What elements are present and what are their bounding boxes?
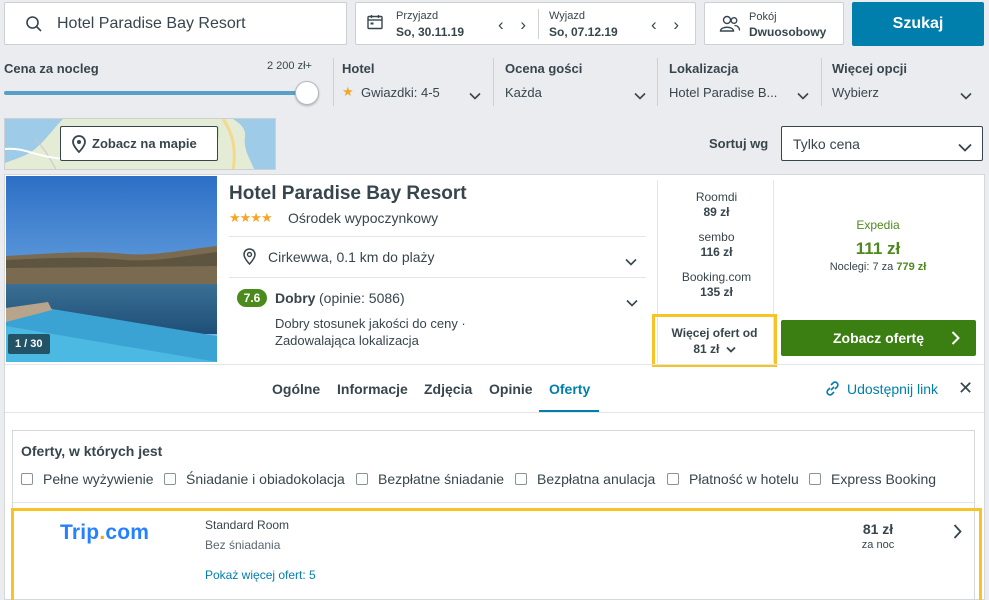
tab-photos[interactable]: Zdjęcia [424,381,472,397]
tab-offers[interactable]: Oferty [549,381,590,397]
map-pin-icon [72,134,86,153]
link-icon [825,381,840,401]
best-offer-nights: Noclegi: 7 za 779 zł [829,261,927,273]
checkout-value: So, 07.12.19 [549,25,618,39]
chevron-down-icon [625,253,637,271]
hotel-location: Cirkewwa, 0.1 km do plaży [268,249,435,265]
rating-word: Dobry [275,290,316,306]
more-offers-button[interactable]: Więcej ofert od 81 zł [652,314,777,367]
room-label: Pokój [749,11,777,23]
offer-board-type: Bez śniadania [205,538,281,552]
checkout-prev-next-icon[interactable]: ‹ › [651,15,685,35]
chevron-down-icon [634,87,646,105]
chevron-down-icon [960,87,972,105]
checkbox-half-board[interactable]: Śniadanie i obiadokolacja [164,471,345,487]
checkin-label: Przyjazd [396,10,439,22]
sort-value: Tylko cena [793,135,860,152]
date-picker[interactable]: Przyjazd So, 30.11.19 ‹ › Wyjazd So, 07.… [355,2,696,45]
best-offer-provider: Expedia [856,218,900,232]
rating-filter-label: Ocena gości [505,61,583,76]
trip-com-logo: Trip.com [60,521,150,544]
room-selector[interactable]: Pokój Dwuosobowy [704,2,844,45]
hotel-name[interactable]: Hotel Paradise Bay Resort [229,183,467,205]
rating-count: (opinie: 5086) [319,290,405,306]
price-filter-label: Cena za nocleg [4,61,99,76]
star-rating-icons: ★★★★ [229,210,273,225]
tab-information[interactable]: Informacje [337,381,408,397]
checkbox-express-booking[interactable]: Express Booking [809,471,936,487]
offer-price: 81 zł [862,521,894,537]
chevron-down-icon [469,87,481,105]
price-max-label: 2 200 zł+ [267,60,312,72]
hotel-type: Ośrodek wypoczynkowy [288,210,439,226]
search-button[interactable]: Szukaj [852,2,984,46]
more-options-label: Więcej opcji [832,61,908,76]
checkout-label: Wyjazd [549,10,585,22]
chevron-right-icon[interactable] [953,524,962,544]
checkout-date[interactable]: Wyjazd So, 07.12.19 ‹ › [539,3,697,44]
hotel-filter-label: Hotel [342,61,375,76]
more-offers-line-2: 81 zł [655,341,774,357]
show-map-label: Zobacz na mapie [92,136,197,151]
checkin-date[interactable]: Przyjazd So, 30.11.19 ‹ › [356,3,538,44]
hotel-filter-value: Gwiazdki: 4-5 [361,85,440,100]
calendar-icon [367,14,383,35]
rating-desc-line-1: Dobry stosunek jakości do ceny · [275,316,466,331]
more-options-value: Wybierz [832,85,879,100]
rating-filter-dropdown[interactable]: Każda [505,83,647,103]
location-filter-label: Lokalizacja [669,61,739,76]
provider-name-booking[interactable]: Booking.com [658,270,775,284]
provider-price-sembo[interactable]: 116 zł [658,245,775,259]
location-pin-icon [243,248,256,270]
tab-reviews[interactable]: Opinie [489,381,533,397]
tab-general[interactable]: Ogólne [272,381,320,397]
hotel-filter-dropdown[interactable]: ★ Gwiazdki: 4-5 [342,83,484,103]
guests-icon [719,15,741,38]
rating-filter-value: Każda [505,85,542,100]
price-slider-track[interactable] [4,91,309,95]
sort-select[interactable]: Tylko cena [781,126,983,161]
provider-name-sembo[interactable]: sembo [658,230,775,244]
chevron-down-icon [726,341,736,357]
checkin-prev-next-icon[interactable]: ‹ › [498,15,532,35]
rating-desc-line-2: Zadowalająca lokalizacja [275,333,419,348]
rating-score-badge: 7.6 [237,289,267,307]
search-icon [25,15,47,33]
chevron-down-icon [958,139,972,155]
close-icon[interactable]: ✕ [958,378,973,399]
see-offer-label: Zobacz ofertę [832,330,924,346]
destination-value: Hotel Paradise Bay Resort [57,14,246,32]
best-offer-price: 111 zł [855,239,901,258]
location-filter-dropdown[interactable]: Hotel Paradise B... [669,83,811,103]
room-value: Dwuosobowy [749,25,827,39]
provider-price-roomdi[interactable]: 89 zł [658,205,775,219]
destination-search-input[interactable]: Hotel Paradise Bay Resort [4,2,347,45]
chevron-down-icon [797,87,809,105]
show-more-offers-link[interactable]: Pokaż więcej ofert: 5 [205,568,316,582]
image-counter: 1 / 30 [8,334,50,354]
show-map-button[interactable]: Zobacz na mapie [60,126,218,161]
chevron-right-icon [951,331,960,348]
price-slider-handle[interactable] [295,81,319,105]
checkbox-full-board[interactable]: Pełne wyżywienie [21,471,154,487]
checkbox-pay-at-hotel[interactable]: Płatność w hotelu [667,471,799,487]
offer-room-name: Standard Room [205,518,290,532]
offer-per-night: za noc [861,539,895,551]
offers-panel-title: Oferty, w których jest [21,443,163,459]
see-offer-button[interactable]: Zobacz ofertę [781,320,976,356]
checkbox-free-breakfast[interactable]: Bezpłatne śniadanie [356,471,504,487]
star-icon: ★ [342,84,354,99]
rating-expand-chevron-icon[interactable] [626,294,638,312]
rating-description: Dobry stosunek jakości do ceny · Zadowal… [275,315,466,349]
checkin-value: So, 30.11.19 [396,25,465,39]
offer-row-trip[interactable] [11,508,982,600]
more-offers-line-1: Więcej ofert od [671,326,758,340]
provider-name-roomdi[interactable]: Roomdi [658,190,775,204]
location-filter-value: Hotel Paradise B... [669,85,778,100]
checkbox-free-cancellation[interactable]: Bezpłatna anulacja [515,471,655,487]
share-link[interactable]: Udostępnij link [847,381,938,397]
more-options-dropdown[interactable]: Wybierz [832,83,974,103]
provider-price-booking[interactable]: 135 zł [658,285,775,299]
sort-label: Sortuj wg [709,136,769,151]
